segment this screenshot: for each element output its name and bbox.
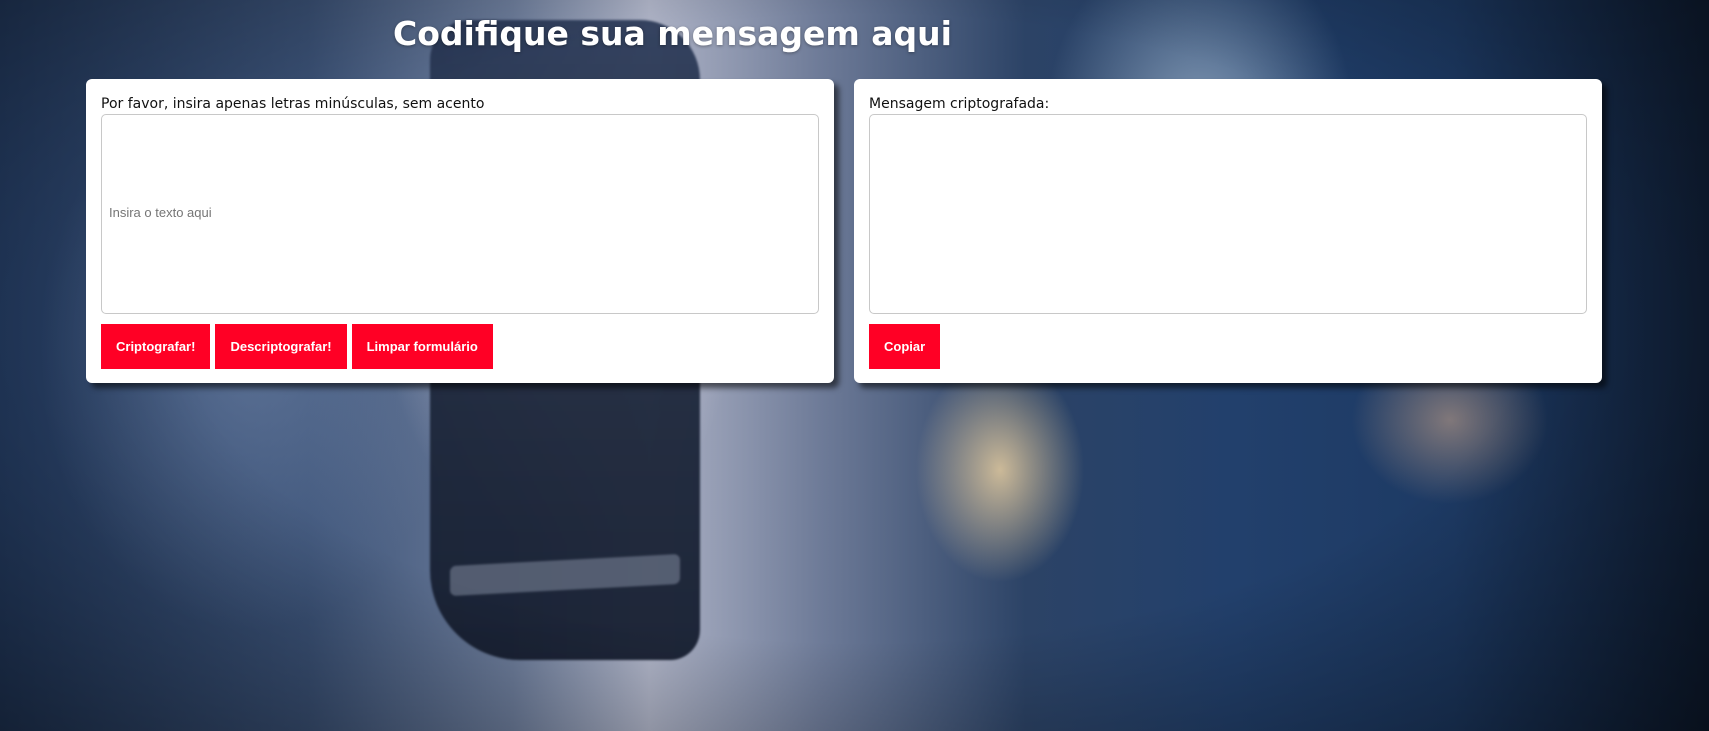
encrypted-output[interactable] bbox=[869, 114, 1587, 314]
message-input[interactable] bbox=[101, 114, 819, 314]
encrypt-button[interactable]: Criptografar! bbox=[101, 324, 211, 369]
output-label: Mensagem criptografada: bbox=[869, 96, 1050, 112]
input-label: Por favor, insira apenas letras minúscul… bbox=[101, 96, 485, 112]
input-wrap: Insira o texto aqui bbox=[101, 114, 819, 314]
input-panel: Por favor, insira apenas letras minúscul… bbox=[86, 79, 834, 383]
page-title: Codifique sua mensagem aqui bbox=[393, 14, 952, 53]
output-button-row: Copiar bbox=[869, 324, 1587, 369]
output-panel: Mensagem criptografada: Copiar bbox=[854, 79, 1602, 383]
input-button-row: Criptografar! Descriptografar! Limpar fo… bbox=[101, 324, 819, 369]
copy-button[interactable]: Copiar bbox=[869, 324, 941, 369]
clear-form-button[interactable]: Limpar formulário bbox=[351, 324, 493, 369]
decrypt-button[interactable]: Descriptografar! bbox=[215, 324, 347, 369]
